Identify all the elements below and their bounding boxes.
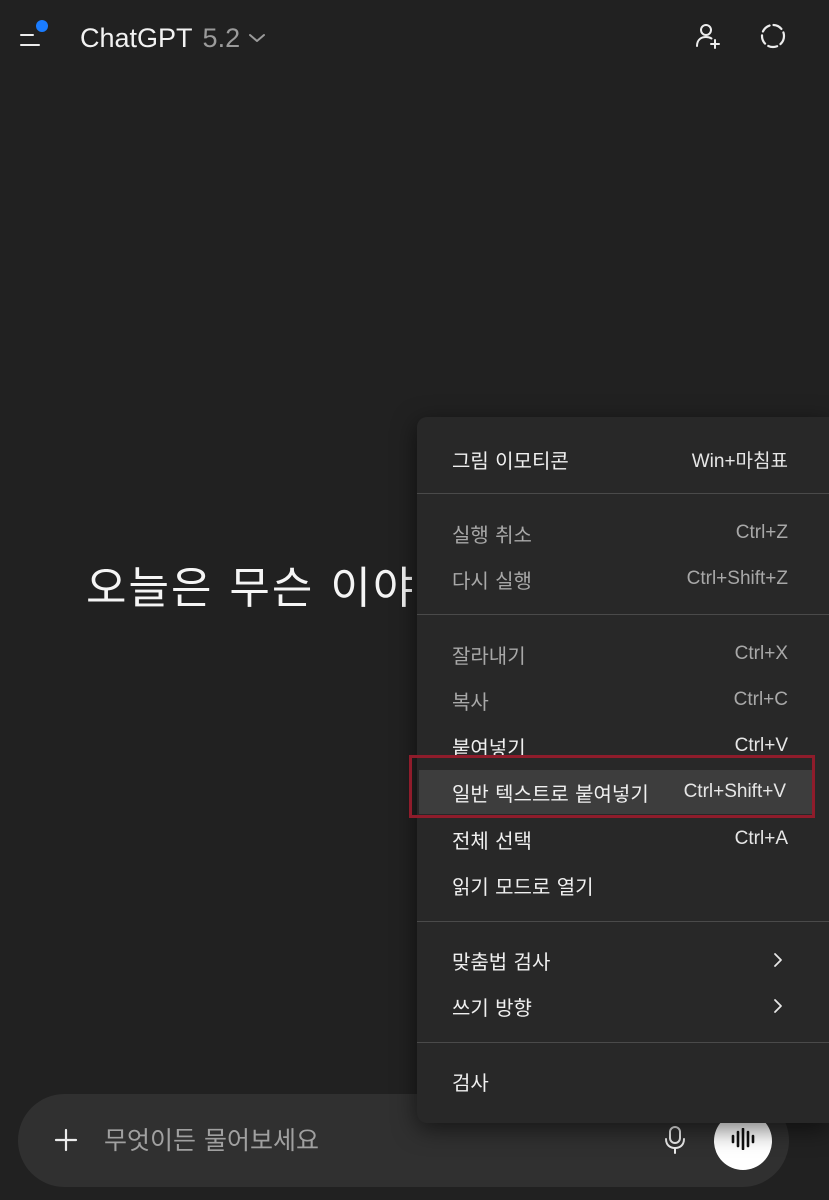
- menu-item-select-all[interactable]: 전체 선택 Ctrl+A: [417, 817, 829, 861]
- menu-item-label: 실행 취소: [452, 522, 532, 547]
- menu-divider: [417, 1042, 829, 1043]
- menu-item-reading-mode[interactable]: 읽기 모드로 열기: [417, 863, 829, 907]
- menu-item-shortcut: Ctrl+V: [734, 735, 788, 756]
- menu-item-shortcut: Ctrl+Shift+Z: [686, 568, 788, 589]
- menu-item-shortcut: Ctrl+X: [734, 643, 788, 664]
- menu-item-shortcut: Ctrl+Shift+V: [683, 781, 786, 802]
- chevron-right-icon: [773, 952, 783, 968]
- menu-item-undo[interactable]: 실행 취소 Ctrl+Z: [417, 511, 829, 555]
- menu-item-shortcut: Win+마침표: [691, 450, 788, 472]
- menu-item-label: 읽기 모드로 열기: [452, 874, 594, 899]
- menu-item-label: 복사: [452, 689, 489, 714]
- context-menu: 그림 이모티콘 Win+마침표 실행 취소 Ctrl+Z 다시 실행 Ctrl+…: [417, 417, 829, 1123]
- menu-divider: [417, 493, 829, 494]
- prompt-input[interactable]: [104, 1120, 624, 1160]
- sidebar-toggle-button[interactable]: [16, 18, 56, 54]
- menu-line-bottom: [20, 44, 40, 46]
- menu-item-emoji[interactable]: 그림 이모티콘 Win+마침표: [417, 437, 829, 481]
- menu-item-label: 쓰기 방향: [452, 995, 532, 1020]
- menu-item-label: 검사: [452, 1070, 489, 1095]
- chatgpt-window: ChatGPT 5.2 오늘은 무슨 이야기를 하고 싶으신가요?: [0, 0, 829, 1200]
- menu-item-shortcut: Ctrl+C: [733, 689, 788, 710]
- menu-item-paste[interactable]: 붙여넣기 Ctrl+V: [417, 724, 829, 768]
- menu-item-redo[interactable]: 다시 실행 Ctrl+Shift+Z: [417, 557, 829, 601]
- menu-item-label: 전체 선택: [452, 828, 532, 853]
- model-version: 5.2: [202, 22, 241, 53]
- menu-item-shortcut: Ctrl+A: [734, 828, 788, 849]
- notification-dot: [36, 20, 48, 32]
- menu-item-spell-check[interactable]: 맞춤법 검사: [417, 938, 829, 982]
- menu-divider: [417, 614, 829, 615]
- voice-waveform-icon: [730, 1127, 756, 1154]
- chevron-right-icon: [773, 998, 783, 1014]
- menu-item-copy[interactable]: 복사 Ctrl+C: [417, 678, 829, 722]
- menu-item-label: 다시 실행: [452, 568, 532, 593]
- menu-item-cut[interactable]: 잘라내기 Ctrl+X: [417, 632, 829, 676]
- menu-item-label: 맞춤법 검사: [452, 949, 551, 974]
- menu-item-inspect[interactable]: 검사: [417, 1059, 829, 1103]
- chevron-down-icon: [248, 32, 266, 44]
- add-person-icon[interactable]: [688, 16, 728, 56]
- menu-item-writing-direction[interactable]: 쓰기 방향: [417, 984, 829, 1028]
- menu-item-label: 붙여넣기: [452, 735, 526, 760]
- menu-item-label: 일반 텍스트로 붙여넣기: [452, 781, 649, 806]
- microphone-icon[interactable]: [658, 1120, 692, 1160]
- menu-item-paste-plain-text[interactable]: 일반 텍스트로 붙여넣기 Ctrl+Shift+V: [419, 770, 813, 814]
- menu-divider: [417, 921, 829, 922]
- model-name: ChatGPT: [80, 22, 193, 53]
- menu-line-top: [20, 34, 34, 36]
- menu-item-shortcut: Ctrl+Z: [735, 522, 788, 543]
- plus-icon[interactable]: [50, 1122, 82, 1158]
- temporary-chat-icon[interactable]: [753, 16, 793, 56]
- greeting-heading: 오늘은 무슨 이야기를 하고 싶으신가요?: [86, 563, 426, 614]
- model-switcher[interactable]: ChatGPT 5.2: [80, 18, 266, 58]
- menu-item-label: 잘라내기: [452, 643, 526, 668]
- menu-item-label: 그림 이모티콘: [452, 448, 569, 473]
